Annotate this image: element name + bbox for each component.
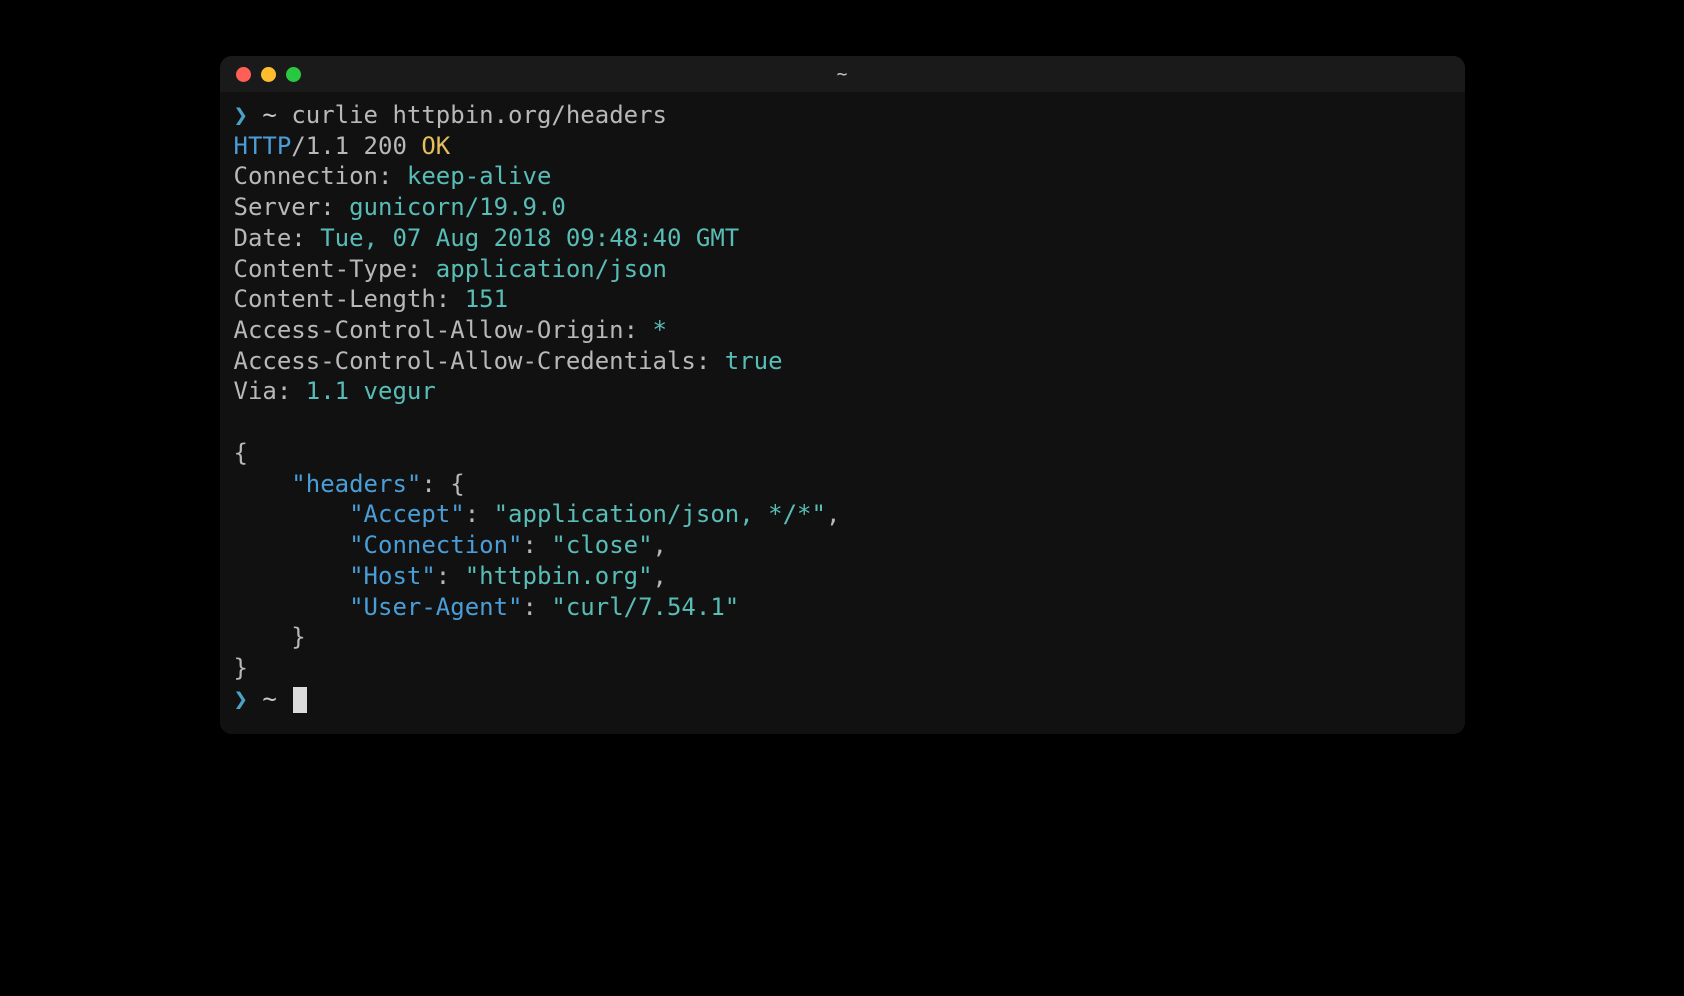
json-entry-line: "Connection": "close", (234, 530, 1451, 561)
header-value: 151 (465, 285, 508, 313)
json-entry-line: "User-Agent": "curl/7.54.1" (234, 592, 1451, 623)
header-name: Content-Type: (234, 255, 422, 283)
response-header-line: Access-Control-Allow-Credentials: true (234, 346, 1451, 377)
json-value: "close" (551, 531, 652, 559)
next-prompt-line: ❯ ~ (234, 684, 1451, 715)
json-value: "curl/7.54.1" (551, 593, 739, 621)
json-key: "Host" (349, 562, 436, 590)
prompt-line: ❯ ~ curlie httpbin.org/headers (234, 100, 1451, 131)
protocol: HTTP (234, 132, 292, 160)
header-value: * (653, 316, 667, 344)
json-open: { (234, 438, 1451, 469)
prompt-caret-icon: ❯ (234, 685, 248, 713)
json-entry-line: "Host": "httpbin.org", (234, 561, 1451, 592)
traffic-lights (236, 67, 301, 82)
header-name: Content-Length: (234, 285, 451, 313)
prompt-caret-icon: ❯ (234, 101, 248, 129)
response-header-line: Server: gunicorn/19.9.0 (234, 192, 1451, 223)
header-value: 1.1 vegur (306, 377, 436, 405)
json-headers-key: "headers": { (234, 469, 1451, 500)
response-header-line: Connection: keep-alive (234, 161, 1451, 192)
http-status-line: HTTP/1.1 200 OK (234, 131, 1451, 162)
command-text: curlie httpbin.org/headers (291, 101, 667, 129)
terminal-window: ~ ❯ ~ curlie httpbin.org/headersHTTP/1.1… (220, 56, 1465, 734)
json-key: "headers" (291, 470, 421, 498)
json-key: "Accept" (349, 500, 465, 528)
json-value: "httpbin.org" (465, 562, 653, 590)
header-name: Server: (234, 193, 335, 221)
terminal-content[interactable]: ❯ ~ curlie httpbin.org/headersHTTP/1.1 2… (220, 92, 1465, 734)
response-header-line: Date: Tue, 07 Aug 2018 09:48:40 GMT (234, 223, 1451, 254)
zoom-icon[interactable] (286, 67, 301, 82)
prompt-path: ~ (262, 685, 276, 713)
json-key: "Connection" (349, 531, 522, 559)
response-header-line: Content-Length: 151 (234, 284, 1451, 315)
header-value: true (725, 347, 783, 375)
header-value: application/json (436, 255, 667, 283)
window-title: ~ (220, 64, 1465, 85)
json-inner-close: } (234, 622, 1451, 653)
json-value: "application/json, */*" (494, 500, 826, 528)
status-code: 200 (364, 132, 407, 160)
json-key: "User-Agent" (349, 593, 522, 621)
prompt-path: ~ (262, 101, 276, 129)
close-icon[interactable] (236, 67, 251, 82)
cursor-icon (293, 687, 307, 713)
header-value: Tue, 07 Aug 2018 09:48:40 GMT (320, 224, 739, 252)
header-name: Access-Control-Allow-Origin: (234, 316, 639, 344)
json-entry-line: "Accept": "application/json, */*", (234, 499, 1451, 530)
response-header-line: Content-Type: application/json (234, 254, 1451, 285)
header-name: Via: (234, 377, 292, 405)
minimize-icon[interactable] (261, 67, 276, 82)
json-close: } (234, 653, 1451, 684)
response-header-line: Via: 1.1 vegur (234, 376, 1451, 407)
response-header-line: Access-Control-Allow-Origin: * (234, 315, 1451, 346)
window-titlebar[interactable]: ~ (220, 56, 1465, 92)
header-value: keep-alive (407, 162, 552, 190)
header-name: Access-Control-Allow-Credentials: (234, 347, 711, 375)
http-version: /1.1 (291, 132, 349, 160)
header-value: gunicorn/19.9.0 (349, 193, 566, 221)
header-name: Date: (234, 224, 306, 252)
blank-line (234, 407, 1451, 438)
status-text: OK (421, 132, 450, 160)
header-name: Connection: (234, 162, 393, 190)
